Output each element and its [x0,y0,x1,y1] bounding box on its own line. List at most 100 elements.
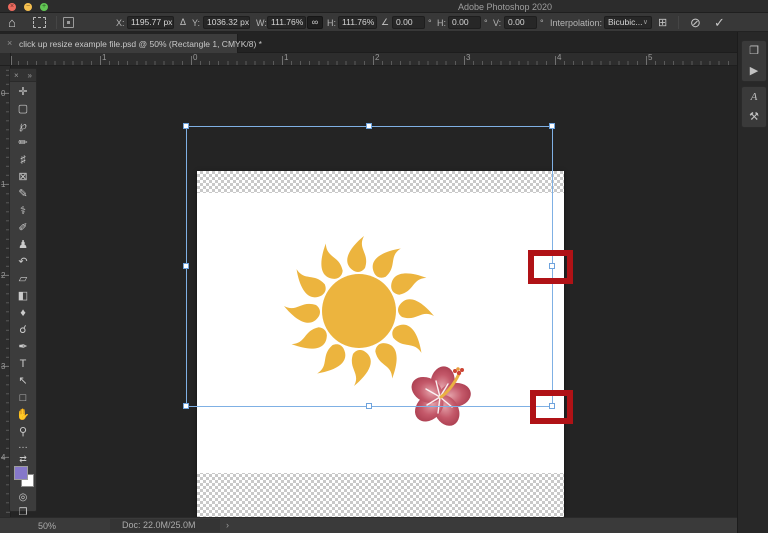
spot-healing-brush-tool[interactable]: ⚕ [10,203,36,220]
foreground-color-swatch[interactable] [14,466,28,480]
path-selection-tool[interactable]: ↖ [10,373,36,390]
width-field[interactable]: 111.76% [267,16,306,29]
maintain-aspect-ratio-button[interactable]: ∞ [307,16,323,29]
blur-tool[interactable]: ♦ [10,305,36,322]
lasso-tool[interactable]: ℘ [10,118,36,135]
close-panel-icon[interactable]: × [14,71,19,80]
status-bar: 50% Doc: 22.0M/25.0M › [0,517,737,533]
rotation-field[interactable]: 0.00 [392,16,425,29]
dodge-tool[interactable]: ☌ [10,322,36,339]
history-brush-tool[interactable]: ↶ [10,254,36,271]
relative-positioning-toggle[interactable]: Δ [180,16,186,29]
transform-tool-icon[interactable] [33,17,46,28]
photoshop-window: × − + Adobe Photoshop 2020 ⌂ X: 1195.77 … [0,0,768,533]
height-label: H: [327,18,336,28]
h-skew-label: H: [437,18,446,28]
ruler-number: 4 [557,53,562,62]
cancel-transform-button[interactable]: ⊘ [690,15,701,31]
crop-tool[interactable]: ♯ [10,152,36,169]
pen-tool[interactable]: ✒ [10,339,36,356]
transform-handle-top-center[interactable] [366,123,372,129]
ruler-number: 2 [1,271,6,280]
quick-selection-tool[interactable]: ✏ [10,135,36,152]
tool-presets-panel-icon[interactable]: ⚒ [742,107,766,127]
brush-tool[interactable]: ✐ [10,220,36,237]
v-skew-field[interactable]: 0.00 [504,16,537,29]
document-size-indicator: Doc: 22.0M/25.0M [110,519,220,532]
toolbar-footer: … ⇄ ◎ ❐ [10,441,36,521]
ruler-number: 0 [193,53,198,62]
width-label: W: [256,18,267,28]
v-skew-label: V: [493,18,502,28]
actions-panel-icon[interactable]: ▶ [742,61,766,81]
paragraph-styles-panel-icon[interactable]: A [742,87,766,107]
transform-handle-bottom-center[interactable] [366,403,372,409]
rotate-angle-icon: ∠ [381,17,390,27]
window-title: Adobe Photoshop 2020 [457,2,553,12]
swap-colors-icon[interactable]: ⇄ [10,453,36,465]
clone-stamp-tool[interactable]: ♟ [10,237,36,254]
divider [56,16,57,29]
history-panel-icon[interactable]: ❐ [742,41,766,61]
ruler-number: 3 [466,53,471,62]
rectangle-shape-tool[interactable]: □ [10,390,36,407]
close-window-button[interactable]: × [8,3,16,11]
eyedropper-tool[interactable]: ✎ [10,186,36,203]
gradient-tool[interactable]: ◧ [10,288,36,305]
annotation-box-bottom-right-handle [530,390,573,424]
degree-symbol: ° [540,18,544,28]
ruler-number: 4 [1,453,6,462]
interpolation-value: Bicubic... [608,17,643,27]
divider [678,16,679,29]
y-position-field[interactable]: 1036.32 px [203,16,250,29]
degree-symbol: ° [484,18,488,28]
transform-handle-top-left[interactable] [183,123,189,129]
ruler-number: 2 [375,53,380,62]
tools-panel-header: × » [10,69,36,82]
move-tool[interactable]: ✛ [10,84,36,101]
height-field[interactable]: 111.76% [338,16,377,29]
tools-panel: × » ✛ ▢ ℘ ✏ ♯ ⊠ ✎ ⚕ ✐ ♟ ↶ ▱ ◧ ♦ ☌ ✒ T ↖ … [9,68,37,518]
interpolation-dropdown[interactable]: Bicubic... ∨ [604,16,652,29]
x-position-field[interactable]: 1195.77 px [127,16,174,29]
right-panel-dock: ❐ ▶ A ⚒ [737,32,768,533]
transform-bounding-box[interactable] [186,126,553,407]
color-swatches [10,465,36,491]
h-skew-field[interactable]: 0.00 [448,16,481,29]
transform-handle-top-right[interactable] [549,123,555,129]
title-bar: × − + Adobe Photoshop 2020 [0,0,768,13]
quick-mask-mode-button[interactable]: ◎ [10,491,36,506]
frame-tool[interactable]: ⊠ [10,169,36,186]
ruler-corner [0,53,11,66]
y-label: Y: [192,18,201,28]
options-bar: ⌂ X: 1195.77 px Δ Y: 1036.32 px W: 111.7… [0,13,768,32]
zoom-window-button[interactable]: + [40,3,48,11]
rectangular-marquee-tool[interactable]: ▢ [10,101,36,118]
ruler-number: 0 [1,89,6,98]
eraser-tool[interactable]: ▱ [10,271,36,288]
dock-group: A ⚒ [741,86,767,128]
edit-toolbar-icon[interactable]: … [10,441,36,453]
home-icon[interactable]: ⌂ [8,15,16,30]
chevron-down-icon: ∨ [642,19,648,26]
document-tab[interactable]: × click up resize example file.psd @ 50%… [0,34,262,53]
type-tool[interactable]: T [10,356,36,373]
collapse-panel-icon[interactable]: » [28,71,32,80]
commit-transform-button[interactable]: ✓ [714,15,725,31]
status-chevron-icon[interactable]: › [226,520,229,530]
transform-handle-bottom-left[interactable] [183,403,189,409]
hand-tool[interactable]: ✋ [10,407,36,424]
minimize-window-button[interactable]: − [24,3,32,11]
horizontal-ruler: 1 0 1 2 3 4 5 [11,53,737,66]
zoom-level-field[interactable]: 50% [38,521,56,531]
ruler-number: 1 [284,53,289,62]
zoom-tool[interactable]: ⚲ [10,424,36,441]
degree-symbol: ° [428,18,432,28]
warp-mode-toggle[interactable]: ⊞ [658,16,667,29]
transform-handle-middle-left[interactable] [183,263,189,269]
reference-point-locator[interactable] [63,17,74,28]
close-tab-icon[interactable]: × [7,38,12,48]
interpolation-label: Interpolation: [550,18,603,28]
ruler-number: 1 [102,53,107,62]
ruler-number: 3 [1,362,6,371]
